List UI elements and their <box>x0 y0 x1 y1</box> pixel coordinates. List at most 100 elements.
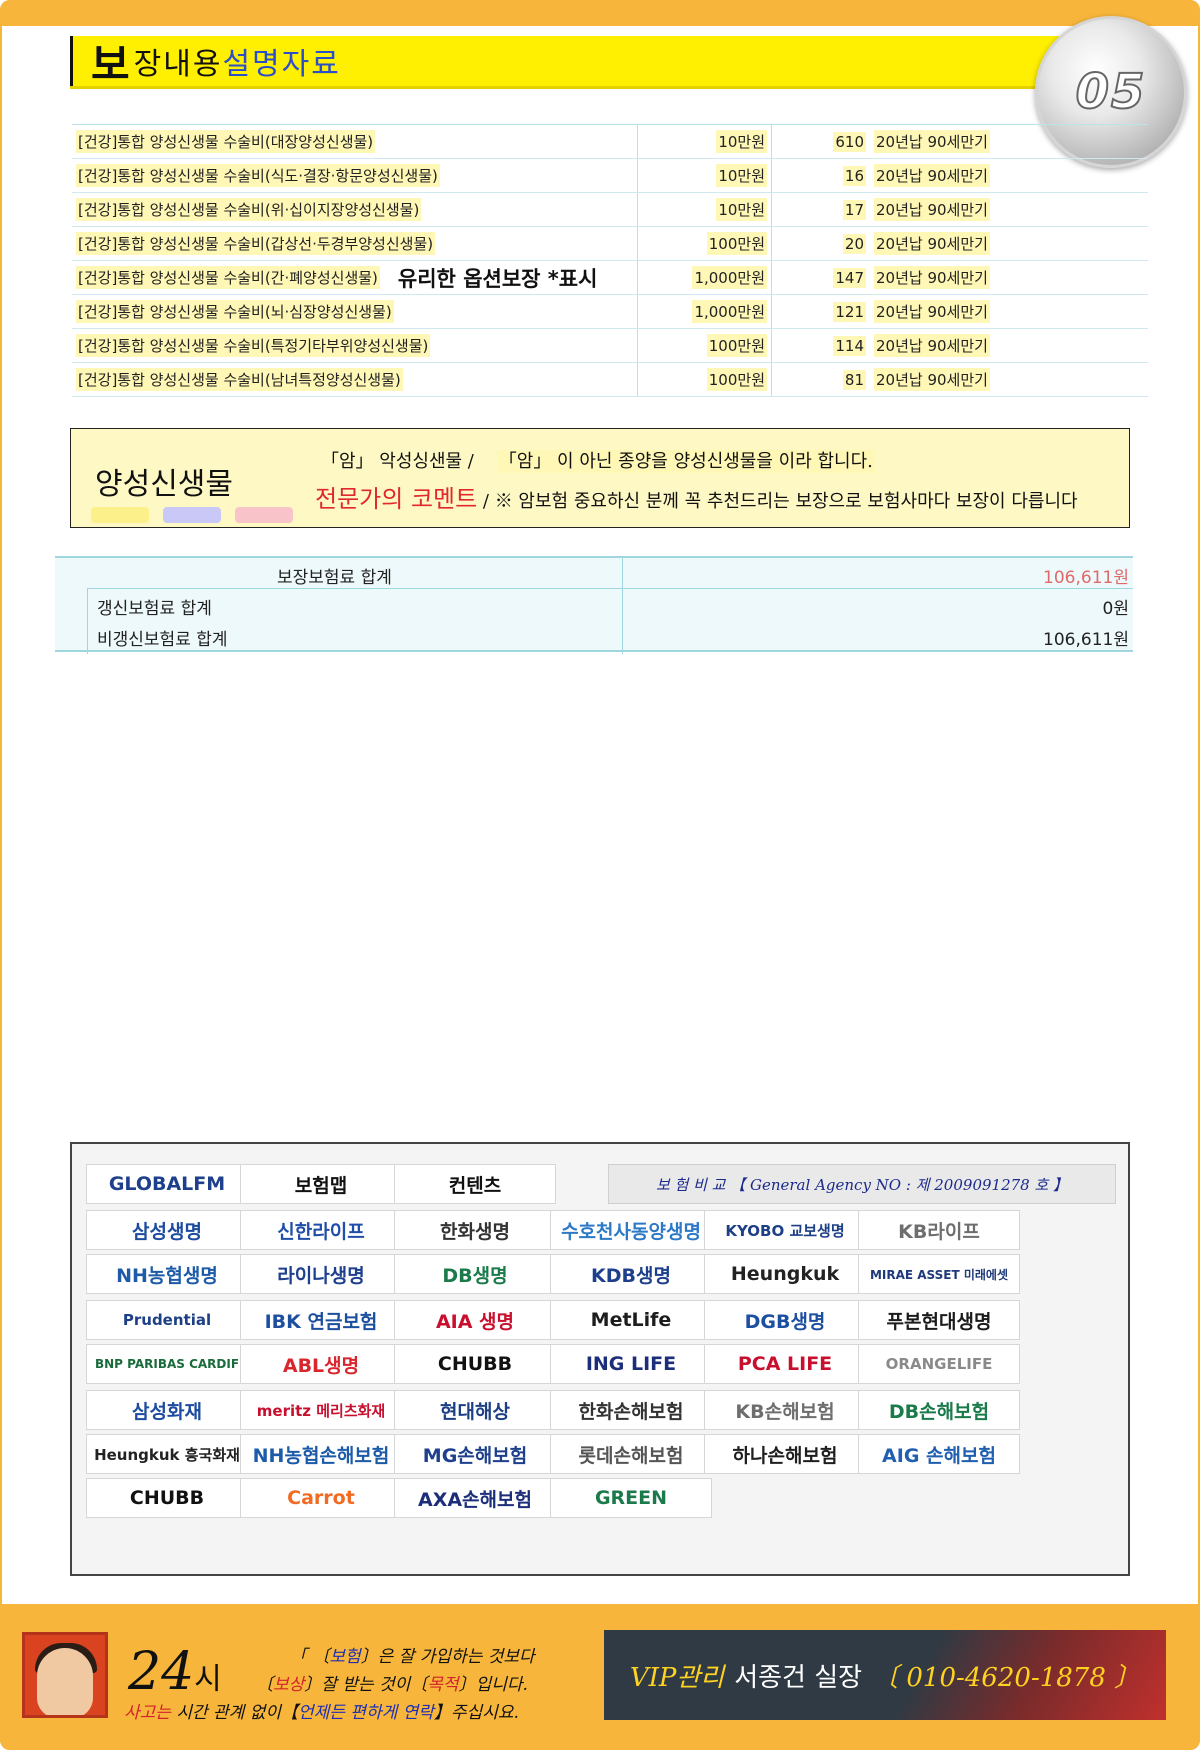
insurer-logo[interactable]: NH농협손해보험 <box>240 1434 402 1474</box>
coverage-term: 20년납 90세만기 <box>870 193 1148 226</box>
insurer-logo[interactable]: MG손해보험 <box>394 1434 556 1474</box>
avatar-face <box>37 1648 93 1715</box>
insurer-name: MG손해보험 <box>422 1444 528 1467</box>
definition-line-1: 「암」 악성싱샌물 / 「암」 이 아닌 종양을 양성신생물을 이라 합니다. <box>321 447 875 473</box>
insurer-name: NH농협손해보험 <box>252 1444 390 1467</box>
insurer-name: DGB생명 <box>744 1310 826 1333</box>
insurer-logo[interactable]: 한화생명 <box>394 1210 556 1250</box>
insurer-logo[interactable]: AIA 생명 <box>394 1300 556 1340</box>
insurer-name: 삼성생명 <box>132 1220 202 1243</box>
insurer-logo[interactable]: ABL생명 <box>240 1344 402 1384</box>
insurer-logo[interactable]: KB손해보험 <box>704 1390 866 1430</box>
insurer-logo[interactable]: 푸본현대생명 <box>858 1300 1020 1340</box>
insurer-logo[interactable]: AIG 손해보험 <box>858 1434 1020 1474</box>
insurer-logo[interactable]: 한화손해보험 <box>550 1390 712 1430</box>
insurer-logo[interactable]: GLOBALFM <box>86 1164 248 1204</box>
coverage-term: 20년납 90세만기 <box>870 295 1148 328</box>
insurer-logo[interactable]: 롯데손해보험 <box>550 1434 712 1474</box>
insurer-logo[interactable]: AXA손해보험 <box>394 1478 556 1518</box>
insurer-logo[interactable]: GREEN <box>550 1478 712 1518</box>
insurer-name: Heungkuk 흥국화재 <box>94 1445 240 1464</box>
insurer-logo[interactable]: DGB생명 <box>704 1300 866 1340</box>
insurer-logo[interactable]: 보험맵 <box>240 1164 402 1204</box>
insurer-logo[interactable]: NH농협생명 <box>86 1254 248 1294</box>
insurer-name: NH농협생명 <box>116 1264 218 1287</box>
definition-box: 양성신생물 「암」 악성싱샌물 / 「암」 이 아닌 종양을 양성신생물을 이라… <box>70 428 1130 528</box>
coverage-premium-text: 81 <box>842 369 866 390</box>
insurer-logo[interactable]: IBK 연금보험 <box>240 1300 402 1340</box>
insurer-logo[interactable]: 신한라이프 <box>240 1210 402 1250</box>
insurer-logo[interactable]: 컨텐츠 <box>394 1164 556 1204</box>
insurer-logo[interactable]: ING LIFE <box>550 1344 712 1384</box>
insurer-name: 한화생명 <box>440 1220 510 1243</box>
nonrenewal-premium-value: 106,611원 <box>1043 630 1129 650</box>
total-premium-label: 보장보험료 합계 <box>277 568 392 588</box>
coverage-amount-text: 100만원 <box>706 232 767 255</box>
insurer-logo[interactable]: 하나손해보험 <box>704 1434 866 1474</box>
title-first-char: 보 <box>91 39 130 89</box>
definition-title: 양성신생물 <box>95 467 233 502</box>
insurer-logo[interactable]: meritz 메리츠화재 <box>240 1390 402 1430</box>
insurer-name: 하나손해보험 <box>732 1444 838 1467</box>
insurer-logo[interactable]: Heungkuk 흥국화재 <box>86 1434 248 1474</box>
insurer-name: AIG 손해보험 <box>882 1444 996 1467</box>
insurer-logo[interactable]: DB손해보험 <box>858 1390 1020 1430</box>
vip-name: 서종건 실장 <box>734 1662 863 1693</box>
insurer-name: 롯데손해보험 <box>578 1444 684 1467</box>
insurer-name: AXA손해보험 <box>418 1488 532 1511</box>
coverage-name-text: [건강]통합 양성신생물 수술비(식도·결장·항문양성신생물) <box>76 164 440 187</box>
vip-phone[interactable]: 〔 010-4620-1878 〕 <box>872 1657 1140 1694</box>
coverage-name: [건강]통합 양성신생물 수술비(식도·결장·항문양성신생물) <box>72 159 638 192</box>
insurer-logo[interactable]: KDB생명 <box>550 1254 712 1294</box>
coverage-term: 20년납 90세만기 <box>870 329 1148 362</box>
insurer-logo[interactable]: ORANGELIFE <box>858 1344 1020 1384</box>
insurer-name: Carrot <box>287 1487 355 1509</box>
coverage-premium: 121 <box>772 295 870 328</box>
coverage-term-text: 20년납 90세만기 <box>874 232 990 255</box>
insurer-name: KB라이프 <box>898 1220 980 1243</box>
coverage-term: 20년납 90세만기 <box>870 125 1148 158</box>
insurer-logo[interactable]: PCA LIFE <box>704 1344 866 1384</box>
insurer-name: 푸본현대생명 <box>886 1310 992 1333</box>
insurer-logo[interactable]: 삼성생명 <box>86 1210 248 1250</box>
insurer-logo[interactable]: 현대해상 <box>394 1390 556 1430</box>
insurer-name: Prudential <box>122 1311 212 1329</box>
definition-line-2: 전문가의 코멘트 / ※ 암보험 중요하신 분께 꼭 추천드리는 보장으로 보험… <box>315 479 1078 514</box>
insurer-name: CHUBB <box>129 1487 205 1509</box>
insurer-logo[interactable]: MetLife <box>550 1300 712 1340</box>
vip-contact-banner[interactable]: VIP관리 서종건 실장 〔 010-4620-1878 〕 <box>604 1630 1166 1720</box>
insurer-logo[interactable]: KB라이프 <box>858 1210 1020 1250</box>
insurer-logo[interactable]: 수호천사동양생명 <box>550 1210 712 1250</box>
insurer-logo[interactable]: Heungkuk <box>704 1254 866 1294</box>
coverage-term: 20년납 90세만기 <box>870 363 1148 396</box>
coverage-amount-text: 10만원 <box>716 164 767 187</box>
slogan-line-1: 「 〔보험〕은 잘 가입하는 것보다 <box>290 1642 535 1667</box>
insurer-name: GLOBALFM <box>108 1173 226 1195</box>
insurer-logo[interactable]: BNP PARIBAS CARDIF <box>86 1344 248 1384</box>
insurer-logo[interactable]: KYOBO 교보생명 <box>704 1210 866 1250</box>
top-strip <box>0 0 1200 26</box>
insurer-logo[interactable]: Prudential <box>86 1300 248 1340</box>
coverage-premium-text: 20 <box>842 233 866 254</box>
insurer-logo[interactable]: CHUBB <box>394 1344 556 1384</box>
insurer-logo[interactable]: 삼성화재 <box>86 1390 248 1430</box>
color-chip-lavender <box>163 507 221 523</box>
insurer-name: ABL생명 <box>282 1354 360 1377</box>
coverage-term: 20년납 90세만기 <box>870 159 1148 192</box>
coverage-name-text: [건강]통합 양성신생물 수술비(남녀특정양성신생물) <box>76 368 403 391</box>
insurer-logo[interactable]: CHUBB <box>86 1478 248 1518</box>
slogan2-a: 〔 <box>256 1675 273 1695</box>
coverage-name: [건강]통합 양성신생물 수술비(남녀특정양성신생물) <box>72 363 638 396</box>
coverage-row: [건강]통합 양성신생물 수술비(식도·결장·항문양성신생물) 10만원 16 20년… <box>72 159 1148 193</box>
slogan-line-3: 사고는 시간 관계 없이【언제든 편하게 연락】주십시요. <box>124 1698 519 1723</box>
insurer-logo[interactable]: Carrot <box>240 1478 402 1518</box>
slogan3-a: 사고는 <box>124 1703 171 1723</box>
insurer-logo[interactable]: MIRAE ASSET 미래에셋 <box>858 1254 1020 1294</box>
definition-malignant: 「암」 악성싱샌물 / <box>321 451 474 472</box>
insurer-logo[interactable]: 라이나생명 <box>240 1254 402 1294</box>
insurer-name: MetLife <box>590 1309 672 1331</box>
insurer-logo[interactable]: DB생명 <box>394 1254 556 1294</box>
coverage-row: [건강]통합 양성신생물 수술비(대장양성신생물) 10만원 610 20년납 90세… <box>72 125 1148 159</box>
coverage-premium-text: 17 <box>842 199 866 220</box>
hours-number: 24 <box>128 1642 195 1702</box>
